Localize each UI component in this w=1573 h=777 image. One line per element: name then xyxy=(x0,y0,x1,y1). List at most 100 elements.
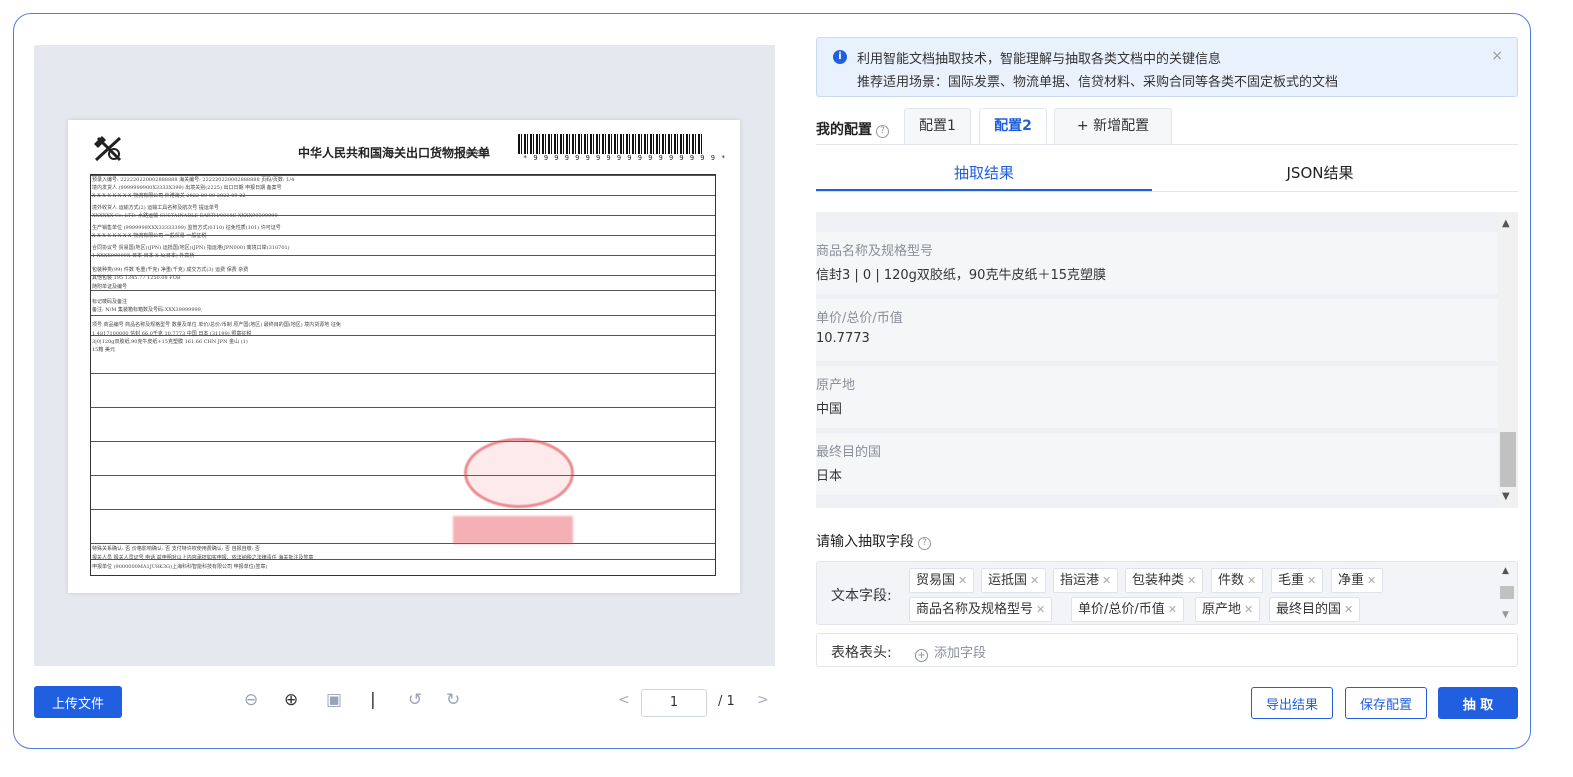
barcode xyxy=(518,134,703,154)
doc-line: 15箱 美元 xyxy=(92,347,115,353)
tag-label: 原产地 xyxy=(1202,602,1242,617)
tag-label: 包装种类 xyxy=(1132,573,1185,588)
field-tag[interactable]: 商品名称及规格型号 ✕ xyxy=(909,597,1053,622)
scrollbar-thumb[interactable] xyxy=(1500,432,1516,487)
add-field-label: 添加字段 xyxy=(934,646,987,661)
doc-line: 生产销售单位 (9999999XXX33333399) 监管方式(0110) 征… xyxy=(92,225,281,231)
doc-line: 境外收货人 运输方式(2) 运输工具名称及航次号 提运单号 xyxy=(92,205,219,211)
zoom-out-icon[interactable]: ⊖ xyxy=(244,690,258,710)
customs-emblem-icon xyxy=(94,136,122,162)
tab-extract-result[interactable]: 抽取结果 xyxy=(816,162,1152,183)
scroll-up-icon[interactable]: ▲ xyxy=(1502,218,1510,229)
doc-line: 其他包装 195 1345.77 1250.08 FOB xyxy=(92,275,181,281)
help-icon[interactable]: ? xyxy=(918,537,931,550)
doc-line: 申报单位 (9000000MA1JU8K3G)上海科科智能科技有限公司 申报单位… xyxy=(92,564,268,570)
notice-line-1: 利用智能文档抽取技术，智能理解与抽取各类文档中的关键信息 xyxy=(857,52,1222,67)
field-tag[interactable]: 件数 ✕ xyxy=(1211,568,1264,593)
doc-line: 项号 商品编号 商品名称及规格型号 数量及单位 单价/总价/币制 原产国(地区)… xyxy=(92,322,341,328)
save-config-button[interactable]: 保存配置 xyxy=(1345,687,1427,719)
doc-line: X X X X X X X X 物流有限公司 外港海关 2022-09-09 2… xyxy=(92,193,246,199)
tag-label: 指运港 xyxy=(1060,573,1100,588)
fields-scrollbar[interactable]: ▲ ▼ xyxy=(1498,212,1518,508)
pager-next-button[interactable]: > xyxy=(757,692,769,708)
page-number-input[interactable]: 1 xyxy=(641,689,707,717)
doc-line: 境内发货人 (9999999900X3333X399) 出境关别(2225) 出… xyxy=(92,185,282,191)
field-tag[interactable]: 单价/总价/币值 ✕ xyxy=(1071,597,1184,622)
extracted-fields-list[interactable]: 商品名称及规格型号 信封3 | 0 | 120g双胶纸，90克牛皮纸＋15克塑膜… xyxy=(816,212,1518,508)
doc-line: 1-XXXX99999X 日本 日本 X X(日本) 外高桥 xyxy=(92,253,195,259)
red-seal-stamp xyxy=(464,438,574,508)
upload-file-button[interactable]: 上传文件 xyxy=(34,686,122,718)
close-icon[interactable]: ✕ xyxy=(1102,574,1111,587)
export-result-button[interactable]: 导出结果 xyxy=(1251,687,1333,719)
red-seal-stamp xyxy=(453,516,573,544)
close-icon[interactable]: × xyxy=(1491,48,1503,64)
field-tag[interactable]: 原产地 ✕ xyxy=(1195,597,1261,622)
close-icon[interactable]: ✕ xyxy=(1247,574,1256,587)
field-label: 最终目的国 xyxy=(816,445,882,460)
document-page: 中华人民共和国海关出口货物报关单 (航空单) * 9 9 9 9 9 9 9 9… xyxy=(68,120,740,593)
table-header-input[interactable]: 表格表头: + 添加字段 xyxy=(816,633,1518,667)
rotate-left-icon[interactable]: ↺ xyxy=(408,690,422,710)
plus-icon: + xyxy=(915,649,928,662)
extract-button[interactable]: 抽 取 xyxy=(1438,687,1518,719)
extract-fields-text: 请输入抽取字段 xyxy=(816,534,914,550)
doc-line: X X X X X X X X 物流有限公司 一般贸易 一般征税 xyxy=(92,233,207,239)
close-icon[interactable]: ✕ xyxy=(1244,603,1253,616)
field-value: 日本 xyxy=(816,469,843,484)
close-icon[interactable]: ✕ xyxy=(1307,574,1316,587)
scroll-down-icon[interactable]: ▼ xyxy=(1502,610,1509,620)
field-tag[interactable]: 包装种类 ✕ xyxy=(1125,568,1204,593)
help-icon[interactable]: ? xyxy=(876,125,889,138)
document-title: 中华人民共和国海关出口货物报关单 xyxy=(298,146,491,160)
field-label: 原产地 xyxy=(816,378,856,393)
tags-scrollbar[interactable]: ▲ ▼ xyxy=(1497,562,1517,624)
scroll-down-icon[interactable]: ▼ xyxy=(1502,491,1510,502)
scrollbar-thumb[interactable] xyxy=(1500,586,1514,599)
document-viewer[interactable]: 中华人民共和国海关出口货物报关单 (航空单) * 9 9 9 9 9 9 9 9… xyxy=(34,45,775,666)
my-config-label: 我的配置? xyxy=(816,119,889,139)
field-tag[interactable]: 指运港 ✕ xyxy=(1053,568,1119,593)
tab-config-2[interactable]: 配置2 xyxy=(979,108,1047,144)
close-icon[interactable]: ✕ xyxy=(1168,603,1177,616)
close-icon[interactable]: ✕ xyxy=(958,574,967,587)
text-fields-label: 文本字段: xyxy=(831,588,892,604)
info-icon: i xyxy=(833,50,847,64)
field-tag[interactable]: 净重 ✕ xyxy=(1331,568,1384,593)
close-icon[interactable]: ✕ xyxy=(1036,603,1045,616)
pager-prev-button[interactable]: < xyxy=(618,692,630,708)
close-icon[interactable]: ✕ xyxy=(1344,603,1353,616)
rotate-right-icon[interactable]: ↻ xyxy=(446,690,460,710)
my-config-text: 我的配置 xyxy=(816,122,872,138)
field-tag[interactable]: 运抵国 ✕ xyxy=(981,568,1047,593)
fit-page-icon[interactable]: ▣ xyxy=(326,690,342,710)
barcode-number: * 9 9 9 9 9 9 9 9 9 9 9 9 9 9 9 9 9 9 * xyxy=(523,154,727,162)
text-fields-input[interactable]: 文本字段: 贸易国 ✕ 运抵国 ✕ 指运港 ✕ 包装种类 ✕ 件数 ✕ 毛重 ✕ 净重 ✕ 商… xyxy=(816,561,1518,625)
page-total: / 1 xyxy=(718,694,735,709)
notice-line-2: 推荐适用场景：国际发票、物流单据、信贷材料、采购合同等各类不固定板式的文档 xyxy=(857,75,1339,90)
doc-line: 3|0|120g双胶纸,90克牛皮纸+15克塑膜 161.66 CHN JPN … xyxy=(92,339,248,345)
doc-line: 包装种类(99) 件数 毛重(千克) 净重(千克) 成交方式(3) 运费 保费 … xyxy=(92,267,249,273)
tag-label: 运抵国 xyxy=(988,573,1028,588)
tab-add-config[interactable]: + 新增配置 xyxy=(1054,108,1172,144)
close-icon[interactable]: ✕ xyxy=(1367,574,1376,587)
tab-json-result[interactable]: JSON结果 xyxy=(1152,162,1488,183)
active-tab-indicator xyxy=(816,189,1152,191)
field-item: 最终目的国 日本 xyxy=(816,433,1498,495)
doc-line: 标记唛码及备注 xyxy=(92,299,128,305)
field-tag[interactable]: 毛重 ✕ xyxy=(1271,568,1324,593)
close-icon[interactable]: ✕ xyxy=(1187,574,1196,587)
tag-label: 最终目的国 xyxy=(1276,602,1342,617)
close-icon[interactable]: ✕ xyxy=(1030,574,1039,587)
text-cursor-icon[interactable]: | xyxy=(370,690,376,710)
scroll-up-icon[interactable]: ▲ xyxy=(1502,566,1509,576)
field-value: 中国 xyxy=(816,402,843,417)
doc-line: 特殊关系确认: 否 价格影响确认: 否 支付特许权使用费确认: 否 自报自缴: … xyxy=(92,546,260,552)
field-tag[interactable]: 最终目的国 ✕ xyxy=(1269,597,1361,622)
tag-label: 件数 xyxy=(1218,573,1245,588)
zoom-in-icon[interactable]: ⊕ xyxy=(284,690,298,710)
field-tag[interactable]: 贸易国 ✕ xyxy=(909,568,975,593)
add-field-button[interactable]: + 添加字段 xyxy=(915,642,986,662)
tab-config-1[interactable]: 配置1 xyxy=(904,108,971,144)
document-declared-type: (航空单) xyxy=(463,149,490,157)
